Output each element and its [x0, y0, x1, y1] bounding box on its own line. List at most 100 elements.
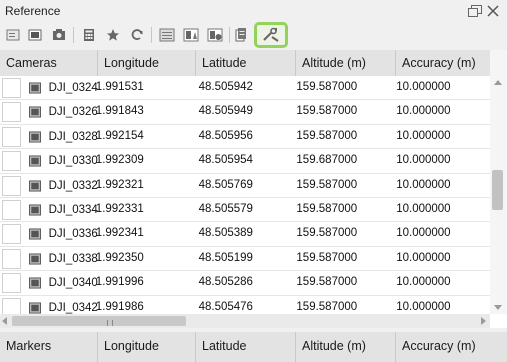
vertical-scroll-thumb[interactable]: [492, 170, 503, 210]
table-row[interactable]: DJI_0334 1.992331 48.505579 159.587000 10.00…: [0, 198, 490, 223]
altitude-cell[interactable]: 159.587000: [290, 222, 390, 246]
accuracy-cell[interactable]: 10.000000: [390, 76, 490, 100]
longitude-cell[interactable]: 1.991986: [93, 296, 191, 314]
longitude-cell[interactable]: 1.992341: [93, 222, 191, 246]
altitude-cell[interactable]: 159.587000: [290, 271, 390, 295]
horizontal-scroll-thumb[interactable]: [12, 316, 186, 326]
horizontal-scrollbar[interactable]: [0, 314, 490, 328]
altitude-cell[interactable]: 159.587000: [290, 296, 390, 314]
table-row[interactable]: DJI_0324 1.991531 48.505942 159.587000 10.00…: [0, 76, 490, 101]
latitude-cell[interactable]: 48.505949: [191, 100, 291, 124]
longitude-cell[interactable]: 1.992154: [93, 125, 191, 149]
table-row[interactable]: DJI_0332 1.992321 48.505769 159.587000 10.00…: [0, 174, 490, 198]
camera-checkbox[interactable]: [2, 78, 21, 98]
camera-cell: DJI_0342: [0, 296, 98, 314]
longitude-cell[interactable]: 1.992350: [93, 247, 191, 271]
scroll-right-icon[interactable]: [481, 317, 486, 325]
latitude-cell[interactable]: 48.505956: [191, 125, 291, 149]
table-row[interactable]: DJI_0340 1.991996 48.505286 159.587000 10.00…: [0, 271, 490, 296]
latitude-cell[interactable]: 48.505286: [191, 271, 291, 295]
camera-checkbox[interactable]: [2, 224, 21, 245]
column-header-altitude[interactable]: Altitude (m): [296, 50, 396, 76]
altitude-cell[interactable]: 159.587000: [290, 174, 390, 198]
camera-icon: [28, 253, 41, 265]
accuracy-cell[interactable]: 10.000000: [390, 125, 490, 149]
latitude-cell[interactable]: 48.505476: [191, 296, 291, 314]
accuracy-cell[interactable]: 10.000000: [390, 149, 490, 173]
altitude-cell[interactable]: 159.587000: [290, 125, 390, 149]
camera-cell: DJI_0336: [0, 222, 98, 246]
longitude-cell[interactable]: 1.992309: [93, 149, 191, 173]
camera-checkbox[interactable]: [2, 297, 21, 314]
altitude-cell[interactable]: 159.587000: [290, 198, 390, 222]
altitude-cell[interactable]: 159.687000: [290, 149, 390, 173]
accuracy-cell[interactable]: 10.000000: [390, 247, 490, 271]
view-estimated-icon[interactable]: [180, 24, 202, 46]
longitude-cell[interactable]: 1.991843: [93, 100, 191, 124]
scroll-up-icon[interactable]: [494, 80, 502, 85]
table-row[interactable]: DJI_0342 1.991986 48.505476 159.587000 10.00…: [0, 296, 490, 314]
accuracy-cell[interactable]: 10.000000: [390, 198, 490, 222]
toolbar-separator: [73, 27, 74, 43]
settings-icon[interactable]: [254, 22, 288, 48]
latitude-cell[interactable]: 48.505199: [191, 247, 291, 271]
star-icon[interactable]: [102, 24, 124, 46]
column-header-cameras[interactable]: Cameras: [0, 50, 98, 76]
calculator-icon[interactable]: [78, 24, 100, 46]
camera-checkbox[interactable]: [2, 151, 21, 172]
camera-cell: DJI_0338: [0, 247, 98, 271]
scroll-left-icon[interactable]: [2, 317, 7, 325]
column-header-accuracy[interactable]: Accuracy (m): [396, 50, 490, 76]
table-row[interactable]: DJI_0330 1.992309 48.505954 159.687000 10.00…: [0, 149, 490, 174]
table-row[interactable]: DJI_0336 1.992341 48.505389 159.587000 10.00…: [0, 222, 490, 247]
vertical-scrollbar[interactable]: [490, 50, 507, 314]
latitude-cell[interactable]: 48.505942: [191, 76, 291, 100]
refresh-icon[interactable]: [126, 24, 148, 46]
longitude-cell[interactable]: 1.992321: [93, 174, 191, 198]
scroll-down-icon[interactable]: [494, 305, 502, 310]
altitude-cell[interactable]: 159.587000: [290, 76, 390, 100]
column-header-longitude[interactable]: Longitude: [98, 332, 196, 362]
latitude-cell[interactable]: 48.505579: [191, 198, 291, 222]
import-markers-icon[interactable]: [24, 24, 46, 46]
table-row[interactable]: DJI_0338 1.992350 48.505199 159.587000 10.00…: [0, 247, 490, 272]
view-source-icon[interactable]: [156, 24, 178, 46]
camera-checkbox[interactable]: [2, 248, 21, 269]
altitude-cell[interactable]: 159.587000: [290, 100, 390, 124]
longitude-cell[interactable]: 1.992331: [93, 198, 191, 222]
accuracy-cell[interactable]: 10.000000: [390, 100, 490, 124]
camera-name: DJI_0342: [48, 301, 98, 314]
camera-checkbox[interactable]: [2, 126, 21, 147]
accuracy-cell[interactable]: 10.000000: [390, 296, 490, 314]
float-window-icon[interactable]: [467, 3, 483, 19]
accuracy-cell[interactable]: 10.000000: [390, 222, 490, 246]
longitude-cell[interactable]: 1.991996: [93, 271, 191, 295]
table-row[interactable]: DJI_0328 1.992154 48.505956 159.587000 10.00…: [0, 125, 490, 150]
camera-name: DJI_0332: [48, 179, 98, 192]
column-header-latitude[interactable]: Latitude: [196, 332, 296, 362]
longitude-cell[interactable]: 1.991531: [93, 76, 191, 100]
camera-checkbox[interactable]: [2, 273, 21, 294]
accuracy-cell[interactable]: 10.000000: [390, 174, 490, 198]
camera-cell: DJI_0332: [0, 174, 98, 198]
accuracy-cell[interactable]: 10.000000: [390, 271, 490, 295]
latitude-cell[interactable]: 48.505954: [191, 149, 291, 173]
convert-icon[interactable]: [230, 24, 252, 46]
import-cameras-icon[interactable]: [2, 24, 24, 46]
column-header-latitude[interactable]: Latitude: [196, 50, 296, 76]
latitude-cell[interactable]: 48.505389: [191, 222, 291, 246]
latitude-cell[interactable]: 48.505769: [191, 174, 291, 198]
table-row[interactable]: DJI_0326 1.991843 48.505949 159.587000 10.00…: [0, 100, 490, 125]
column-header-accuracy[interactable]: Accuracy (m): [396, 332, 507, 362]
camera-checkbox[interactable]: [2, 199, 21, 220]
column-header-longitude[interactable]: Longitude: [98, 50, 196, 76]
camera-checkbox[interactable]: [2, 102, 21, 123]
export-icon[interactable]: [48, 24, 70, 46]
altitude-cell[interactable]: 159.587000: [290, 247, 390, 271]
camera-checkbox[interactable]: [2, 175, 21, 196]
view-errors-icon[interactable]: [204, 24, 226, 46]
column-header-altitude[interactable]: Altitude (m): [296, 332, 396, 362]
column-header-markers[interactable]: Markers: [0, 332, 98, 362]
camera-name: DJI_0336: [48, 228, 98, 241]
close-icon[interactable]: [485, 3, 501, 19]
